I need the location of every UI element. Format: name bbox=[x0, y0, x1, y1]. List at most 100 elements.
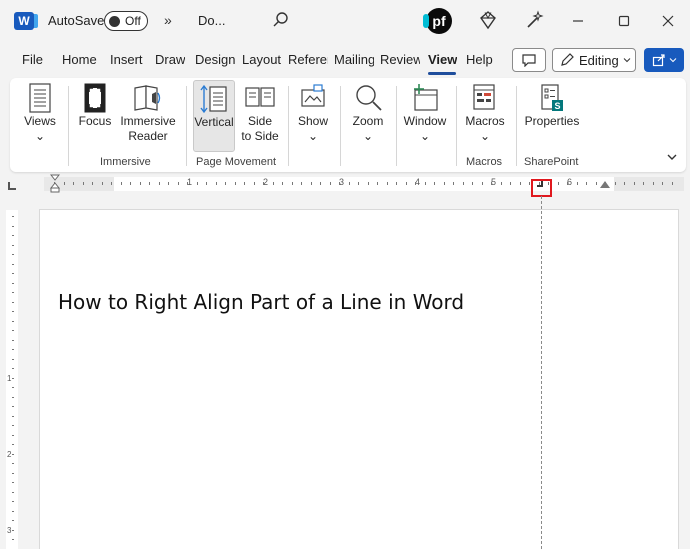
vertical-ruler-tick bbox=[12, 539, 14, 540]
right-indent-marker-icon[interactable] bbox=[600, 181, 610, 188]
vertical-ruler-tick bbox=[12, 491, 14, 493]
ruler-tick bbox=[168, 182, 169, 185]
autosave-toggle[interactable]: Off bbox=[104, 11, 148, 31]
views-icon bbox=[29, 83, 51, 113]
editing-label: Editing bbox=[579, 52, 619, 68]
vertical-ruler-tick bbox=[12, 520, 14, 521]
ruler-tick bbox=[358, 182, 359, 185]
vertical-ruler-tick bbox=[12, 349, 14, 350]
tab-selector-icon[interactable] bbox=[8, 182, 16, 190]
window-button[interactable]: Window ⌄ bbox=[402, 82, 448, 144]
views-button[interactable]: Views ⌄ bbox=[18, 82, 62, 144]
views-label: Views bbox=[24, 114, 56, 128]
zoom-label: Zoom bbox=[352, 114, 384, 128]
minimize-button[interactable] bbox=[564, 8, 592, 34]
ruler-track[interactable]: 123456 bbox=[44, 174, 684, 194]
ruler-tick bbox=[491, 182, 492, 185]
immersive-reader-button[interactable]: Immersive Reader bbox=[118, 82, 178, 144]
close-button[interactable] bbox=[654, 8, 682, 34]
properties-button[interactable]: S Properties bbox=[522, 82, 582, 129]
ruler-tick bbox=[576, 182, 578, 185]
vertical-ruler-tick bbox=[12, 444, 14, 445]
vertical-ruler-tick bbox=[12, 320, 14, 322]
tab-references[interactable]: References bbox=[288, 52, 328, 67]
ruler-tick bbox=[206, 182, 207, 185]
vertical-ruler-tick bbox=[12, 263, 14, 265]
share-button[interactable] bbox=[644, 48, 684, 72]
vertical-button[interactable]: Vertical bbox=[193, 80, 235, 152]
ruler-tick bbox=[282, 182, 283, 185]
ruler-tick bbox=[396, 182, 397, 185]
group-label-macros: Macros bbox=[466, 156, 503, 168]
ruler-tick bbox=[624, 182, 625, 185]
word-app-icon: W bbox=[14, 12, 38, 30]
tab-layout[interactable]: Layout bbox=[242, 52, 281, 67]
diamond-icon[interactable] bbox=[478, 10, 498, 30]
ruler-tick bbox=[529, 182, 530, 185]
maximize-button[interactable] bbox=[610, 8, 638, 34]
tab-design[interactable]: Design bbox=[195, 52, 235, 67]
ruler-tick bbox=[586, 182, 587, 185]
vertical-ruler-tick bbox=[12, 472, 14, 474]
views-chevron-icon: ⌄ bbox=[34, 129, 46, 143]
tab-help[interactable]: Help bbox=[466, 52, 493, 67]
tab-stop-highlight bbox=[531, 179, 552, 197]
vertical-ruler-number: 3 bbox=[7, 526, 12, 535]
editing-mode-button[interactable]: Editing bbox=[552, 48, 636, 72]
ruler-tick bbox=[519, 182, 521, 185]
vertical-ruler-tick bbox=[12, 254, 14, 255]
vertical-ruler-tick bbox=[12, 529, 14, 531]
document-text[interactable]: How to Right Align Part of a Line in Wor… bbox=[58, 290, 464, 314]
quick-access-more-icon[interactable]: » bbox=[164, 12, 172, 28]
document-page[interactable] bbox=[39, 209, 679, 549]
vertical-ruler-tick bbox=[12, 216, 14, 217]
side-to-side-button[interactable]: Side to Side bbox=[238, 82, 282, 144]
side-to-side-label-2: to Side bbox=[241, 129, 279, 143]
magic-wand-icon[interactable] bbox=[524, 10, 544, 30]
vertical-ruler-tick bbox=[12, 434, 14, 436]
title-bar: W AutoSave Off » Do... pf bbox=[0, 0, 690, 44]
tab-mailings[interactable]: Mailings bbox=[334, 52, 374, 67]
tab-draw[interactable]: Draw bbox=[155, 52, 185, 67]
pencil-icon bbox=[561, 53, 574, 66]
side-to-side-icon bbox=[245, 87, 275, 107]
ruler-tick bbox=[386, 182, 388, 185]
document-title[interactable]: Do... bbox=[198, 13, 225, 28]
ruler-tick bbox=[101, 182, 103, 185]
window-chevron-icon: ⌄ bbox=[419, 129, 431, 143]
ruler-tick bbox=[196, 182, 198, 185]
share-chevron-icon bbox=[669, 58, 676, 63]
comments-button[interactable] bbox=[512, 48, 546, 72]
autosave-state: Off bbox=[125, 14, 141, 28]
group-separator bbox=[288, 86, 289, 166]
ruler-tick bbox=[339, 182, 340, 185]
vertical-ruler-tick bbox=[12, 311, 14, 312]
tab-home[interactable]: Home bbox=[62, 52, 97, 67]
ribbon-collapse-icon[interactable] bbox=[666, 152, 678, 162]
tab-insert[interactable]: Insert bbox=[110, 52, 143, 67]
immersive-reader-label-1: Immersive bbox=[120, 114, 176, 128]
ruler-tick bbox=[130, 182, 131, 185]
ruler-tick bbox=[291, 182, 293, 185]
tab-file[interactable]: File bbox=[22, 52, 43, 67]
macros-button[interactable]: Macros ⌄ bbox=[462, 82, 508, 144]
group-label-page-movement: Page Movement bbox=[196, 156, 277, 168]
group-separator bbox=[516, 86, 517, 166]
tab-review[interactable]: Review bbox=[380, 52, 420, 67]
show-button[interactable]: Show ⌄ bbox=[294, 82, 332, 144]
vertical-ruler-tick bbox=[12, 301, 14, 303]
profile-logo[interactable]: pf bbox=[423, 8, 452, 34]
ruler-tick bbox=[225, 182, 226, 185]
tab-view[interactable]: View bbox=[428, 52, 457, 67]
ruler-tick bbox=[415, 182, 416, 185]
vertical-ruler-tick bbox=[12, 453, 14, 455]
focus-icon bbox=[84, 83, 106, 113]
zoom-button[interactable]: Zoom ⌄ bbox=[346, 82, 390, 144]
vertical-ruler-tick bbox=[12, 225, 14, 227]
search-icon[interactable] bbox=[272, 11, 290, 29]
group-separator bbox=[68, 86, 69, 166]
indent-marker-icon[interactable] bbox=[50, 174, 60, 194]
macros-label: Macros bbox=[465, 114, 505, 128]
focus-button[interactable]: Focus bbox=[76, 82, 114, 129]
vertical-ruler-tick bbox=[12, 415, 14, 417]
